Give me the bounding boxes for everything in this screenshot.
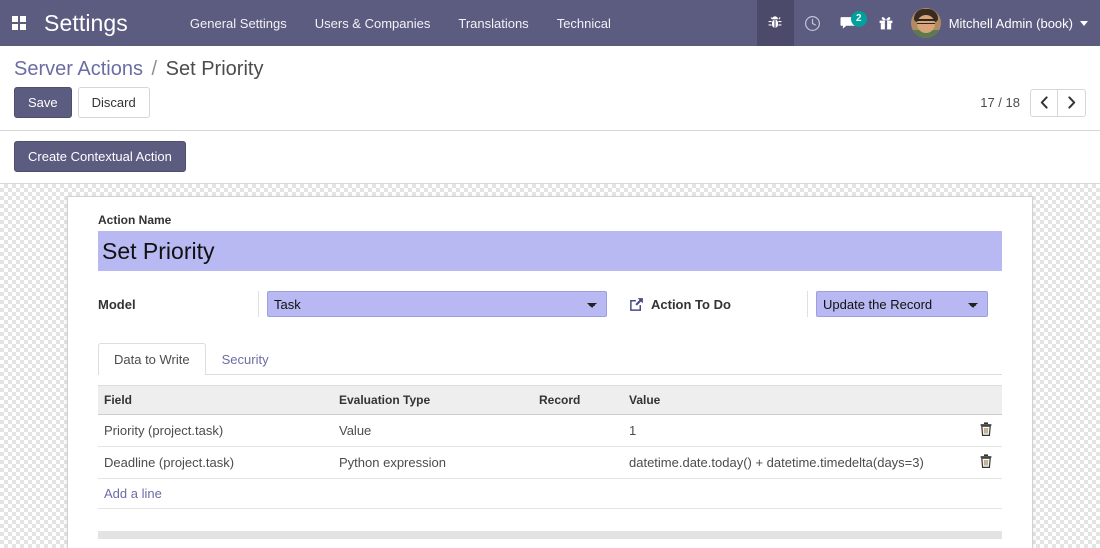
cell-value[interactable]: 1 [623,414,970,447]
field-separator [807,291,808,317]
field-model: Model Task [98,291,607,317]
column-header-value[interactable]: Value [623,385,970,415]
action-name-label: Action Name [98,213,172,227]
column-header-field[interactable]: Field [98,385,333,415]
cell-delete[interactable] [970,446,1002,479]
external-link-icon[interactable] [629,297,644,312]
add-a-line-cell[interactable]: Add a line [98,478,1002,509]
create-contextual-action-button[interactable]: Create Contextual Action [14,141,186,172]
cell-value[interactable]: datetime.date.today() + datetime.timedel… [623,446,970,479]
main-menu-bar: General Settings Users & Companies Trans… [176,0,625,46]
action-to-do-label: Action To Do [651,296,731,312]
field-action-to-do: Action To Do Update the Record [629,291,988,317]
form-sheet: Action Name Model Task Action To Do [67,196,1033,548]
control-panel-buttons-row: Save Discard 17 / 18 [14,87,1086,130]
model-select[interactable]: Task [267,291,607,317]
activities-clock-icon-button[interactable] [794,0,831,46]
cell-record[interactable] [533,446,623,479]
cell-evaluation-type[interactable]: Value [333,414,533,447]
table-header-row: Field Evaluation Type Record Value [98,385,1002,415]
notebook: Data to Write Security Field Evaluation … [98,343,1002,539]
pager-value: 17 / 18 [980,95,1020,110]
pager-previous-button[interactable] [1030,88,1058,117]
add-a-line-row[interactable]: Add a line [98,478,1002,509]
breadcrumb: Server Actions / Set Priority [14,46,1086,87]
table-header: Field Evaluation Type Record Value [98,385,1002,415]
trash-icon[interactable] [980,422,992,439]
table-row[interactable]: Deadline (project.task) Python expressio… [98,446,1002,479]
trash-glyph [980,422,992,436]
breadcrumb-separator: / [151,58,158,80]
breadcrumb-item-server-actions[interactable]: Server Actions [14,58,143,80]
cell-delete[interactable] [970,414,1002,447]
messages-count-badge: 2 [850,11,867,27]
tab-security[interactable]: Security [206,343,285,375]
add-a-line-link[interactable]: Add a line [104,486,162,501]
column-header-record[interactable]: Record [533,385,623,415]
pager-buttons [1030,88,1086,117]
horizontal-scrollbar[interactable] [98,531,1002,539]
cell-record[interactable] [533,414,623,447]
action-to-do-select[interactable]: Update the Record [816,291,988,317]
bug-icon [768,16,782,28]
apps-menu-toggle[interactable] [0,0,38,46]
table-row[interactable]: Priority (project.task) Value 1 [98,414,1002,447]
pager-next-button[interactable] [1058,88,1086,117]
gift-icon-button[interactable] [868,0,905,46]
app-brand-title[interactable]: Settings [38,0,138,46]
top-navbar: Settings General Settings Users & Compan… [0,0,1100,46]
chevron-right-icon [1068,96,1076,109]
menu-item-users-companies[interactable]: Users & Companies [301,0,445,46]
cell-field[interactable]: Priority (project.task) [98,414,333,447]
chevron-down-icon [1080,20,1088,26]
model-label: Model [98,296,136,312]
control-panel: Server Actions / Set Priority Save Disca… [0,46,1100,131]
table-body: Priority (project.task) Value 1 Deadline… [98,414,1002,509]
apps-grid-icon [12,16,26,30]
action-name-input[interactable] [98,231,1002,271]
data-to-write-table: Field Evaluation Type Record Value Prior… [98,385,1002,509]
pager: 17 / 18 [980,88,1086,117]
navbar-systray: 2 Mitchell Admin (book) [756,0,1100,46]
column-header-actions [970,385,1002,415]
tab-data-to-write[interactable]: Data to Write [98,343,206,375]
notebook-tabs: Data to Write Security [98,343,1002,375]
messages-icon-button[interactable]: 2 [831,0,868,46]
user-name-label: Mitchell Admin (book) [948,15,1073,31]
form-background: Action Name Model Task Action To Do [0,184,1100,548]
contextual-action-bar: Create Contextual Action [0,131,1100,184]
action-to-do-label-wrapper: Action To Do [629,297,807,312]
save-button[interactable]: Save [14,87,72,118]
cell-evaluation-type[interactable]: Python expression [333,446,533,479]
trash-icon[interactable] [980,454,992,471]
form-row-model-action: Model Task Action To Do Update the Recor… [98,291,1002,317]
clock-icon [804,15,820,31]
chevron-left-icon [1040,96,1048,109]
menu-item-translations[interactable]: Translations [444,0,542,46]
column-header-evaluation-type[interactable]: Evaluation Type [333,385,533,415]
avatar [910,8,941,38]
debug-bug-icon-button[interactable] [756,0,794,46]
menu-item-technical[interactable]: Technical [543,0,625,46]
cell-field[interactable]: Deadline (project.task) [98,446,333,479]
trash-glyph [980,454,992,468]
breadcrumb-item-current: Set Priority [165,58,264,80]
user-menu-toggle[interactable]: Mitchell Admin (book) [905,0,1100,46]
navbar-spacer [625,0,757,46]
gift-icon [879,17,893,30]
field-separator [258,291,259,317]
discard-button[interactable]: Discard [77,87,150,118]
menu-item-general-settings[interactable]: General Settings [176,0,301,46]
